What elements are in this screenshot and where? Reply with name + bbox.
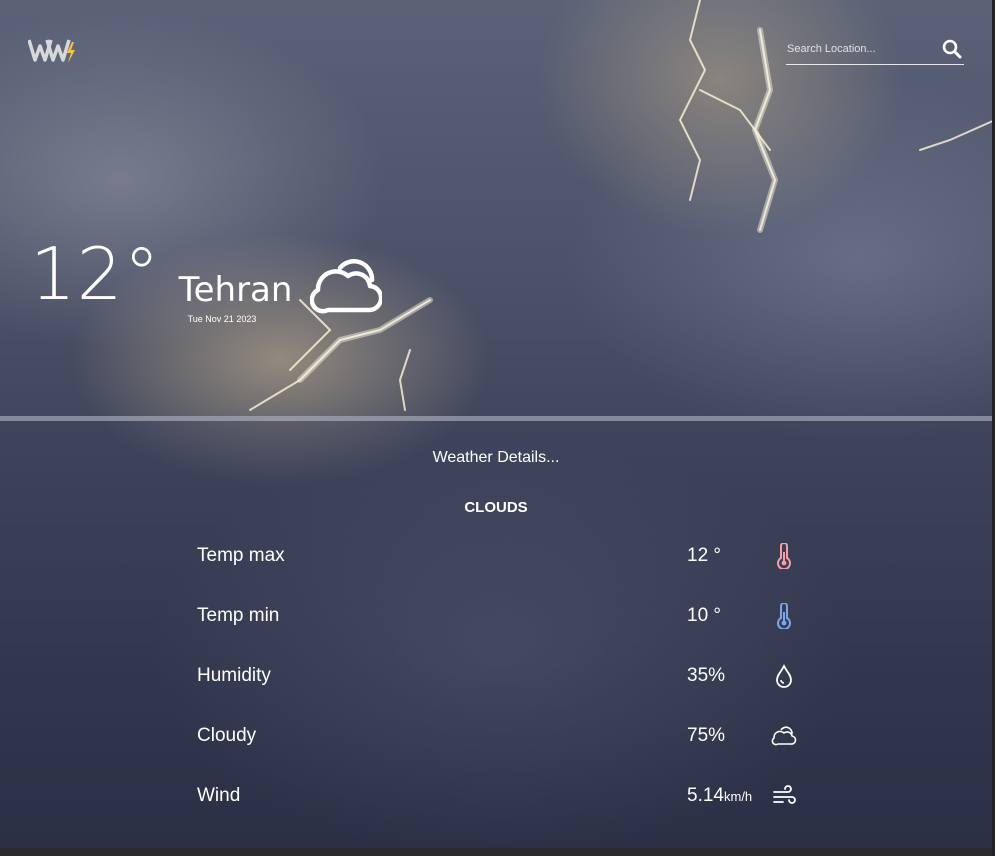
location-block: Tehran Tue Nov 21 2023 — [178, 270, 293, 324]
detail-value: 10 ° — [687, 605, 722, 626]
wind-icon — [773, 785, 796, 804]
details-title: Weather Details... — [432, 449, 560, 466]
condition-label: CLOUDS — [464, 499, 528, 516]
search-input[interactable] — [786, 43, 942, 55]
detail-value: 35% — [687, 665, 726, 686]
thermometer-hot-icon — [777, 543, 791, 569]
current-date: Tue Nov 21 2023 — [187, 314, 257, 324]
weather-app: 12° Tehran Tue Nov 21 2023 Weather Detai… — [0, 0, 995, 848]
search-bar — [786, 34, 964, 65]
detail-value: 12 ° — [687, 545, 722, 566]
thermometer-cold-icon — [777, 603, 791, 629]
detail-row-cloudy: Cloudy 75% — [197, 721, 807, 751]
search-icon[interactable] — [942, 39, 962, 59]
app-logo[interactable] — [28, 38, 78, 64]
cloud-icon — [771, 726, 797, 746]
bottom-border — [0, 848, 995, 856]
droplet-icon — [776, 663, 792, 688]
current-temperature: 12° — [30, 232, 161, 316]
detail-label: Cloudy — [197, 725, 257, 746]
detail-value-wrap: 5.14km/h — [687, 785, 771, 807]
detail-label: Temp max — [197, 545, 285, 566]
detail-row-temp-min: Temp min 10 ° — [197, 601, 807, 631]
detail-row-wind: Wind 5.14km/h — [197, 781, 807, 811]
detail-value: 75% — [687, 725, 726, 746]
detail-label: Wind — [197, 785, 241, 806]
detail-row-temp-max: Temp max 12 ° — [197, 541, 807, 571]
detail-label: Humidity — [197, 665, 271, 686]
weather-details-panel: Weather Details... CLOUDS Temp max 12 ° … — [0, 416, 992, 848]
detail-label: Temp min — [197, 605, 280, 626]
cloud-icon — [310, 259, 383, 314]
current-weather: 12° Tehran Tue Nov 21 2023 — [30, 232, 383, 324]
detail-unit: km/h — [723, 789, 753, 804]
detail-value: 5.14 — [687, 785, 724, 806]
detail-row-humidity: Humidity 35% — [197, 661, 807, 691]
city-name: Tehran — [178, 270, 293, 310]
